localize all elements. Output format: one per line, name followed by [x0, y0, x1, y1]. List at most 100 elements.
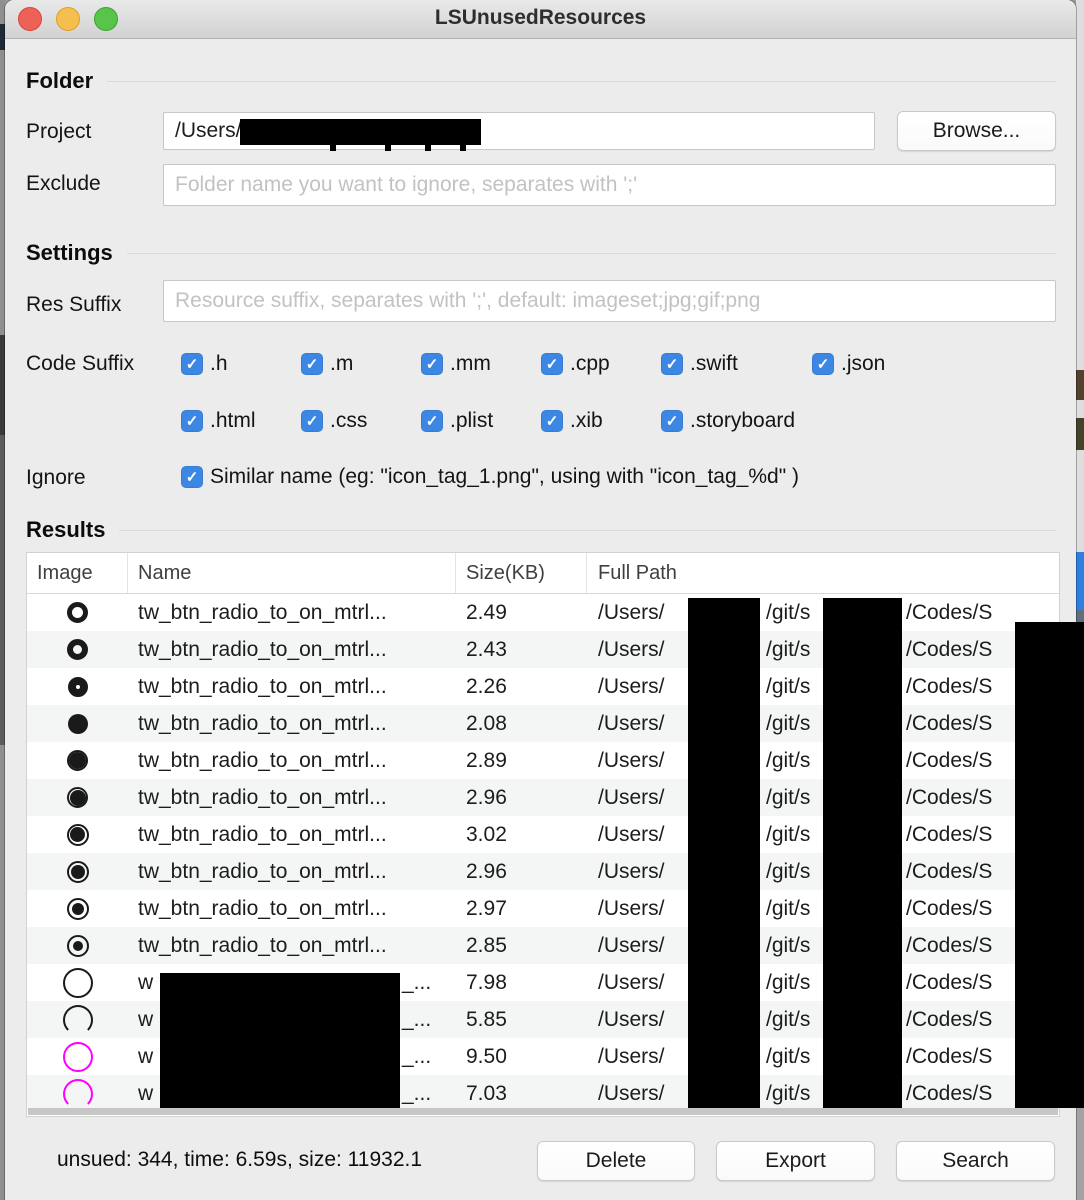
- size-cell: 2.08: [466, 712, 507, 735]
- path-fragment: /Codes/S: [906, 823, 993, 846]
- name-cell: tw_btn_radio_to_on_mtrl...: [138, 897, 387, 920]
- table-row[interactable]: tw_btn_radio_to_on_mtrl... 2.85/Users/ /gi…: [27, 927, 1059, 964]
- path-fragment: /Codes/S: [906, 1045, 993, 1068]
- name-cell: tw_btn_radio_to_on_mtrl...: [138, 675, 387, 698]
- image-cell: [27, 890, 128, 927]
- status-summary: unsued: 344, time: 6.59s, size: 11932.1: [57, 1148, 423, 1171]
- resource-preview-icon: [67, 676, 88, 697]
- checkbox-checked-icon: ✓: [541, 353, 563, 375]
- ignore-similar-name-checkbox[interactable]: ✓ Similar name (eg: "icon_tag_1.png", us…: [181, 465, 799, 489]
- checkbox-checked-icon: ✓: [421, 410, 443, 432]
- column-header-fullpath[interactable]: Full Path: [587, 553, 1059, 593]
- column-header-name[interactable]: Name: [128, 553, 456, 593]
- size-cell: 2.97: [466, 897, 507, 920]
- image-cell: [27, 927, 128, 964]
- code-suffix-checkbox-xib[interactable]: ✓ .xib: [541, 409, 603, 433]
- size-cell: 2.85: [466, 934, 507, 957]
- path-fragment: /Users/: [598, 1045, 665, 1068]
- checkbox-label: .swift: [690, 352, 738, 375]
- ignore-option-label: Similar name (eg: "icon_tag_1.png", usin…: [210, 465, 799, 488]
- path-fragment: /Codes/S: [906, 860, 993, 883]
- name-text: _...: [402, 1082, 432, 1105]
- code-suffix-checkbox-swift[interactable]: ✓ .swift: [661, 352, 738, 376]
- name-cell: tw_btn_radio_to_on_mtrl...: [138, 712, 387, 735]
- table-row[interactable]: tw_btn_radio_to_on_mtrl... 2.97/Users/ /gi…: [27, 890, 1059, 927]
- size-cell: 2.96: [466, 786, 507, 809]
- table-row[interactable]: tw_btn_radio_to_on_mtrl... 3.02/Users/ /gi…: [27, 816, 1059, 853]
- code-suffix-checkbox-json[interactable]: ✓ .json: [812, 352, 885, 376]
- res-suffix-input[interactable]: [163, 280, 1056, 322]
- exclude-input[interactable]: [163, 164, 1056, 206]
- redaction-mark: [385, 145, 391, 151]
- checkbox-label: .storyboard: [690, 409, 796, 432]
- path-fragment: /Codes/S: [906, 934, 993, 957]
- checkbox-checked-icon: ✓: [301, 353, 323, 375]
- size-cell: 2.89: [466, 749, 507, 772]
- path-fragment: /Users/: [598, 971, 665, 994]
- resource-preview-icon: [62, 967, 93, 998]
- path-fragment: /Users/: [598, 712, 665, 735]
- redaction-bar: [160, 973, 400, 1108]
- export-button[interactable]: Export: [716, 1141, 875, 1181]
- path-fragment: /Users/: [598, 1082, 665, 1105]
- table-row[interactable]: tw_btn_radio_to_on_mtrl... 2.96/Users/ /gi…: [27, 779, 1059, 816]
- image-cell: [27, 594, 128, 631]
- path-fragment: /Codes/S: [906, 897, 993, 920]
- redaction-bar: [688, 598, 760, 1108]
- resource-preview-icon: [62, 1078, 93, 1109]
- path-fragment: /git/s: [766, 675, 811, 698]
- path-fragment: /Codes/S: [906, 786, 993, 809]
- table-row[interactable]: tw_btn_radio_to_on_mtrl... 2.96/Users/ /gi…: [27, 853, 1059, 890]
- code-suffix-checkbox-html[interactable]: ✓ .html: [181, 409, 256, 433]
- checkbox-checked-icon: ✓: [421, 353, 443, 375]
- resource-preview-icon: [67, 639, 88, 660]
- code-suffix-checkbox-m[interactable]: ✓ .m: [301, 352, 353, 376]
- resource-preview-icon: [66, 823, 89, 846]
- horizontal-scrollbar[interactable]: [28, 1108, 1058, 1115]
- path-fragment: /Users/: [598, 786, 665, 809]
- path-fragment: /Codes/S: [906, 638, 993, 661]
- resource-preview-icon: [67, 787, 88, 808]
- redaction-bar: [823, 598, 902, 1108]
- checkbox-checked-icon: ✓: [181, 466, 203, 488]
- table-row[interactable]: tw_btn_radio_to_on_mtrl... 2.89/Users/ /gi…: [27, 742, 1059, 779]
- folder-header-label: Folder: [26, 68, 94, 93]
- name-text: _...: [402, 971, 432, 994]
- size-cell: 7.03: [466, 1082, 507, 1105]
- exclude-label: Exclude: [26, 172, 101, 195]
- name-cell: tw_btn_radio_to_on_mtrl...: [138, 786, 387, 809]
- results-section-header: Results: [26, 517, 1056, 543]
- path-fragment: /git/s: [766, 786, 811, 809]
- checkbox-label: .plist: [450, 409, 494, 432]
- path-fragment: /Codes/S: [906, 675, 993, 698]
- settings-section-header: Settings: [26, 240, 1056, 266]
- redaction-mark: [330, 145, 336, 151]
- checkbox-checked-icon: ✓: [661, 410, 683, 432]
- image-cell: [27, 742, 128, 779]
- browse-button[interactable]: Browse...: [897, 111, 1056, 151]
- path-fragment: /git/s: [766, 638, 811, 661]
- checkbox-checked-icon: ✓: [661, 353, 683, 375]
- code-suffix-checkbox-h[interactable]: ✓ .h: [181, 352, 228, 376]
- column-header-image[interactable]: Image: [27, 553, 128, 593]
- table-row[interactable]: tw_btn_radio_to_on_mtrl... 2.26/Users/ /gi…: [27, 668, 1059, 705]
- size-cell: 2.26: [466, 675, 507, 698]
- code-suffix-checkbox-cpp[interactable]: ✓ .cpp: [541, 352, 610, 376]
- name-cell: tw_btn_radio_to_on_mtrl...: [138, 601, 387, 624]
- code-suffix-checkbox-css[interactable]: ✓ .css: [301, 409, 367, 433]
- code-suffix-checkbox-storyboard[interactable]: ✓ .storyboard: [661, 409, 795, 433]
- delete-button[interactable]: Delete: [537, 1141, 695, 1181]
- checkbox-label: .cpp: [570, 352, 610, 375]
- table-row[interactable]: tw_btn_radio_to_on_mtrl... 2.49/Users/ /gi…: [27, 594, 1059, 631]
- table-row[interactable]: tw_btn_radio_to_on_mtrl... 2.08/Users/ /gi…: [27, 705, 1059, 742]
- checkbox-checked-icon: ✓: [181, 353, 203, 375]
- redaction-bar: [1015, 622, 1084, 1108]
- search-button[interactable]: Search: [896, 1141, 1055, 1181]
- checkbox-checked-icon: ✓: [541, 410, 563, 432]
- size-cell: 2.43: [466, 638, 507, 661]
- code-suffix-checkbox-mm[interactable]: ✓ .mm: [421, 352, 491, 376]
- code-suffix-checkbox-plist[interactable]: ✓ .plist: [421, 409, 493, 433]
- column-header-size[interactable]: Size(KB): [456, 553, 587, 593]
- path-fragment: /Codes/S: [906, 712, 993, 735]
- table-row[interactable]: tw_btn_radio_to_on_mtrl... 2.43/Users/ /gi…: [27, 631, 1059, 668]
